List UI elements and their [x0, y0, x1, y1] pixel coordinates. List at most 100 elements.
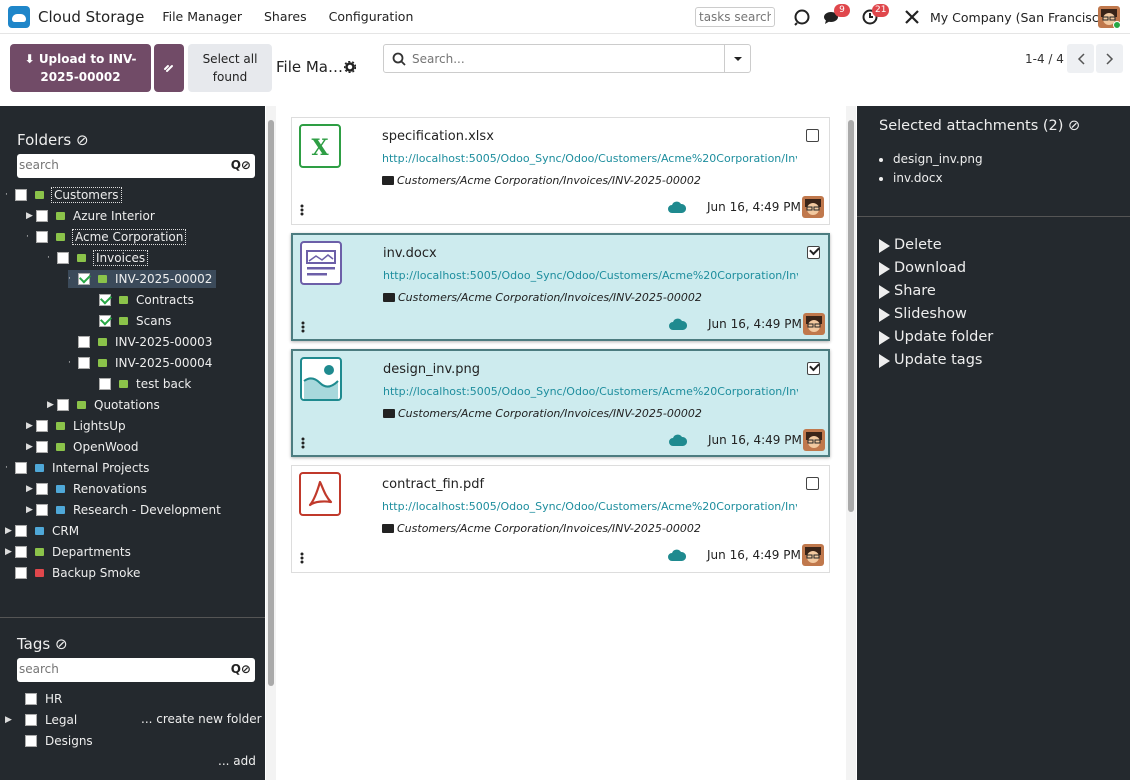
- folder-checkbox[interactable]: [15, 462, 27, 474]
- delete-action[interactable]: Delete: [879, 234, 993, 257]
- chevron-down-icon[interactable]: ·: [5, 190, 15, 200]
- upload-button[interactable]: ⬇ Upload to INV-2025-00002: [10, 44, 151, 92]
- folder-item[interactable]: ▶ LightsUp: [26, 417, 126, 435]
- update-tags-action[interactable]: Update tags: [879, 349, 993, 372]
- attachment-url[interactable]: http://localhost:5005/Odoo_Sync/Odoo/Cus…: [383, 385, 798, 398]
- search-options-toggle[interactable]: [724, 45, 750, 72]
- chevron-right-icon[interactable]: ▶: [26, 442, 36, 452]
- folder-item-selected[interactable]: · INV-2025-00002: [68, 270, 217, 288]
- folder-checkbox[interactable]: [36, 210, 48, 222]
- folder-checkbox[interactable]: [78, 357, 90, 369]
- attachment-checkbox[interactable]: [806, 129, 819, 142]
- clear-icon[interactable]: ⊘: [55, 635, 68, 653]
- attachments-scrollbar[interactable]: [846, 106, 856, 780]
- folder-item[interactable]: · INV-2025-00004: [68, 354, 212, 372]
- attachment-name[interactable]: contract_fin.pdf: [382, 477, 484, 492]
- attachment-name[interactable]: design_inv.png: [383, 362, 480, 377]
- folders-search-input[interactable]: [19, 158, 214, 172]
- folder-checkbox[interactable]: [36, 504, 48, 516]
- chevron-right-icon[interactable]: ▶: [26, 484, 36, 494]
- folder-item[interactable]: test back: [99, 375, 191, 393]
- search-input[interactable]: [412, 50, 712, 68]
- chevron-right-icon[interactable]: ▶: [5, 526, 15, 536]
- attachment-url[interactable]: http://localhost:5005/Odoo_Sync/Odoo/Cus…: [382, 500, 797, 513]
- chevron-down-icon[interactable]: ·: [68, 274, 78, 284]
- attachment-checkbox-checked[interactable]: [807, 246, 820, 259]
- folder-checkbox-checked[interactable]: [99, 315, 111, 327]
- folder-item[interactable]: ▶ OpenWood: [26, 438, 139, 456]
- tools-icon[interactable]: [903, 8, 921, 26]
- add-tag-link[interactable]: ... add: [218, 754, 256, 768]
- attachment-card[interactable]: X specification.xlsx http://localhost:50…: [291, 117, 830, 225]
- menu-configuration[interactable]: Configuration: [329, 9, 414, 24]
- tag-checkbox[interactable]: [25, 714, 37, 726]
- more-options-icon[interactable]: [301, 437, 305, 449]
- share-action[interactable]: Share: [879, 280, 993, 303]
- folder-checkbox[interactable]: [36, 441, 48, 453]
- folder-item[interactable]: ▶ Azure Interior: [26, 207, 155, 225]
- folder-item[interactable]: · Customers: [5, 186, 122, 204]
- select-all-button[interactable]: Select all found: [188, 44, 272, 92]
- folder-item[interactable]: INV-2025-00003: [78, 333, 212, 351]
- chevron-right-icon[interactable]: ▶: [47, 400, 57, 410]
- folder-item[interactable]: · Internal Projects: [5, 459, 149, 477]
- tag-item[interactable]: Designs: [25, 732, 93, 750]
- tag-checkbox[interactable]: [25, 735, 37, 747]
- folder-checkbox[interactable]: [15, 189, 27, 201]
- folder-checkbox[interactable]: [78, 336, 90, 348]
- chevron-down-icon[interactable]: ·: [47, 253, 57, 263]
- pager-next-button[interactable]: [1096, 44, 1123, 73]
- company-switcher[interactable]: My Company (San Francisco): [930, 10, 1111, 25]
- folder-item[interactable]: · Acme Corporation: [26, 228, 187, 246]
- folder-item[interactable]: ▶ Research - Development: [26, 501, 221, 519]
- link-button[interactable]: [154, 44, 184, 92]
- folders-search-icons[interactable]: Q⊘: [231, 158, 251, 172]
- left-panel-scroll-thumb[interactable]: [268, 120, 274, 686]
- folder-checkbox[interactable]: [15, 525, 27, 537]
- app-brand[interactable]: Cloud Storage: [8, 5, 144, 28]
- folder-item[interactable]: Scans: [99, 312, 171, 330]
- attachment-checkbox-checked[interactable]: [807, 362, 820, 375]
- folder-checkbox[interactable]: [57, 252, 69, 264]
- clear-icon[interactable]: ⊘: [76, 131, 89, 149]
- tag-item[interactable]: HR: [25, 690, 62, 708]
- attachment-name[interactable]: specification.xlsx: [382, 129, 494, 144]
- folder-item[interactable]: ▶ Renovations: [26, 480, 147, 498]
- attachment-card-selected[interactable]: inv.docx http://localhost:5005/Odoo_Sync…: [291, 233, 830, 341]
- folder-checkbox[interactable]: [15, 546, 27, 558]
- folder-checkbox[interactable]: [99, 378, 111, 390]
- chevron-down-icon[interactable]: ·: [26, 232, 36, 242]
- slideshow-action[interactable]: Slideshow: [879, 303, 993, 326]
- attachment-checkbox[interactable]: [806, 477, 819, 490]
- folder-item[interactable]: ▶ Quotations: [47, 396, 160, 414]
- folder-checkbox-checked[interactable]: [99, 294, 111, 306]
- folder-checkbox[interactable]: [36, 420, 48, 432]
- folder-checkbox[interactable]: [36, 483, 48, 495]
- attachments-scroll-thumb[interactable]: [848, 120, 854, 512]
- folder-item[interactable]: ▶ Departments: [5, 543, 131, 561]
- tags-search-icons[interactable]: Q⊘: [231, 662, 251, 676]
- update-folder-action[interactable]: Update folder: [879, 326, 993, 349]
- more-options-icon[interactable]: [300, 552, 304, 564]
- more-options-icon[interactable]: [301, 321, 305, 333]
- messages-icon[interactable]: 9: [823, 4, 850, 26]
- chevron-right-icon[interactable]: ▶: [26, 211, 36, 221]
- menu-shares[interactable]: Shares: [264, 9, 307, 24]
- attachment-name[interactable]: inv.docx: [383, 246, 437, 261]
- folder-item[interactable]: ▶ CRM: [5, 522, 79, 540]
- tasks-search-input[interactable]: [695, 7, 775, 27]
- pager-value[interactable]: 1-4 / 4: [1025, 52, 1064, 66]
- attachment-url[interactable]: http://localhost:5005/Odoo_Sync/Odoo/Cus…: [383, 269, 798, 282]
- create-folder-link[interactable]: ... create new folder: [141, 712, 262, 726]
- folder-checkbox[interactable]: [36, 231, 48, 243]
- clear-icon[interactable]: ⊘: [1068, 118, 1080, 134]
- folder-checkbox-checked[interactable]: [78, 273, 90, 285]
- attachment-card[interactable]: contract_fin.pdf http://localhost:5005/O…: [291, 465, 830, 573]
- activities-icon[interactable]: 21: [861, 4, 890, 26]
- tags-search-input[interactable]: [19, 662, 214, 676]
- tag-checkbox[interactable]: [25, 693, 37, 705]
- gear-icon[interactable]: [344, 61, 356, 73]
- chevron-right-icon[interactable]: ▶: [5, 547, 15, 557]
- folder-checkbox[interactable]: [57, 399, 69, 411]
- chevron-right-icon[interactable]: ▶: [26, 505, 36, 515]
